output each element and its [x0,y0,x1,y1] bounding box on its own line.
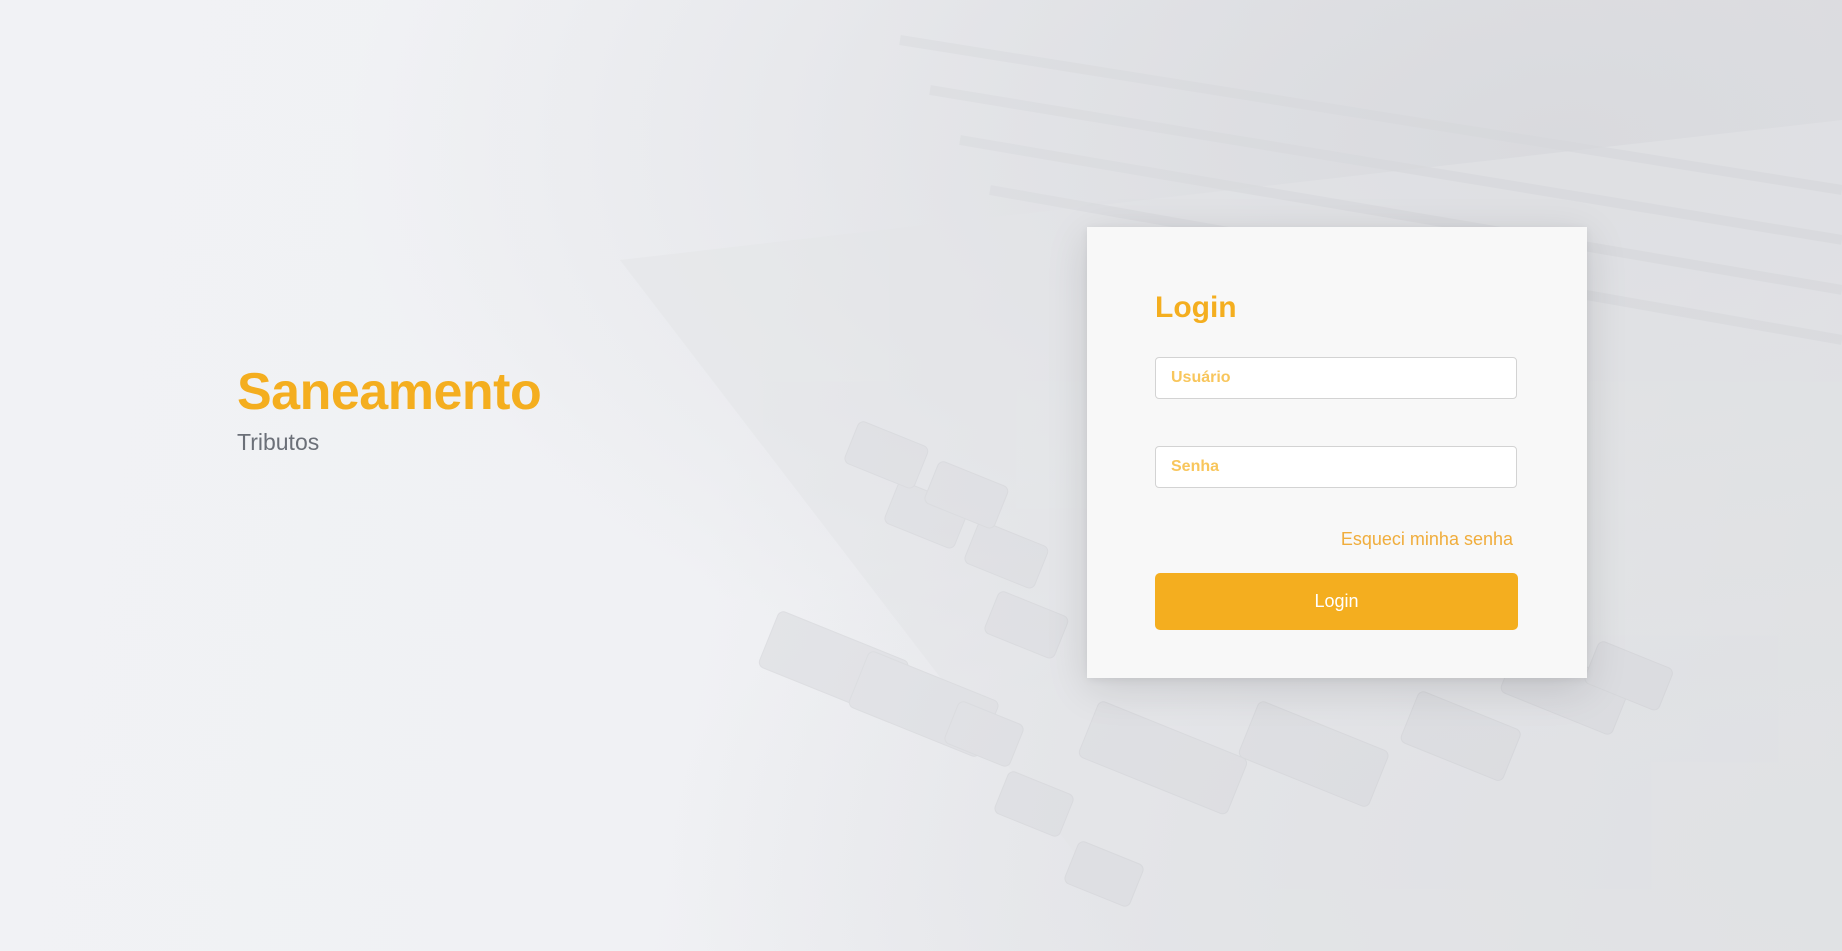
login-title: Login [1155,291,1237,324]
brand-subtitle: Tributos [237,429,320,455]
password-input[interactable] [1155,446,1517,488]
brand-title: Saneamento [237,363,542,421]
login-card: Login Esqueci minha senha Login [1087,227,1587,678]
username-input[interactable] [1155,357,1517,399]
brand-block: Saneamento Tributos [237,360,542,456]
login-button[interactable]: Login [1155,573,1518,630]
forgot-password-link[interactable]: Esqueci minha senha [1341,529,1513,550]
